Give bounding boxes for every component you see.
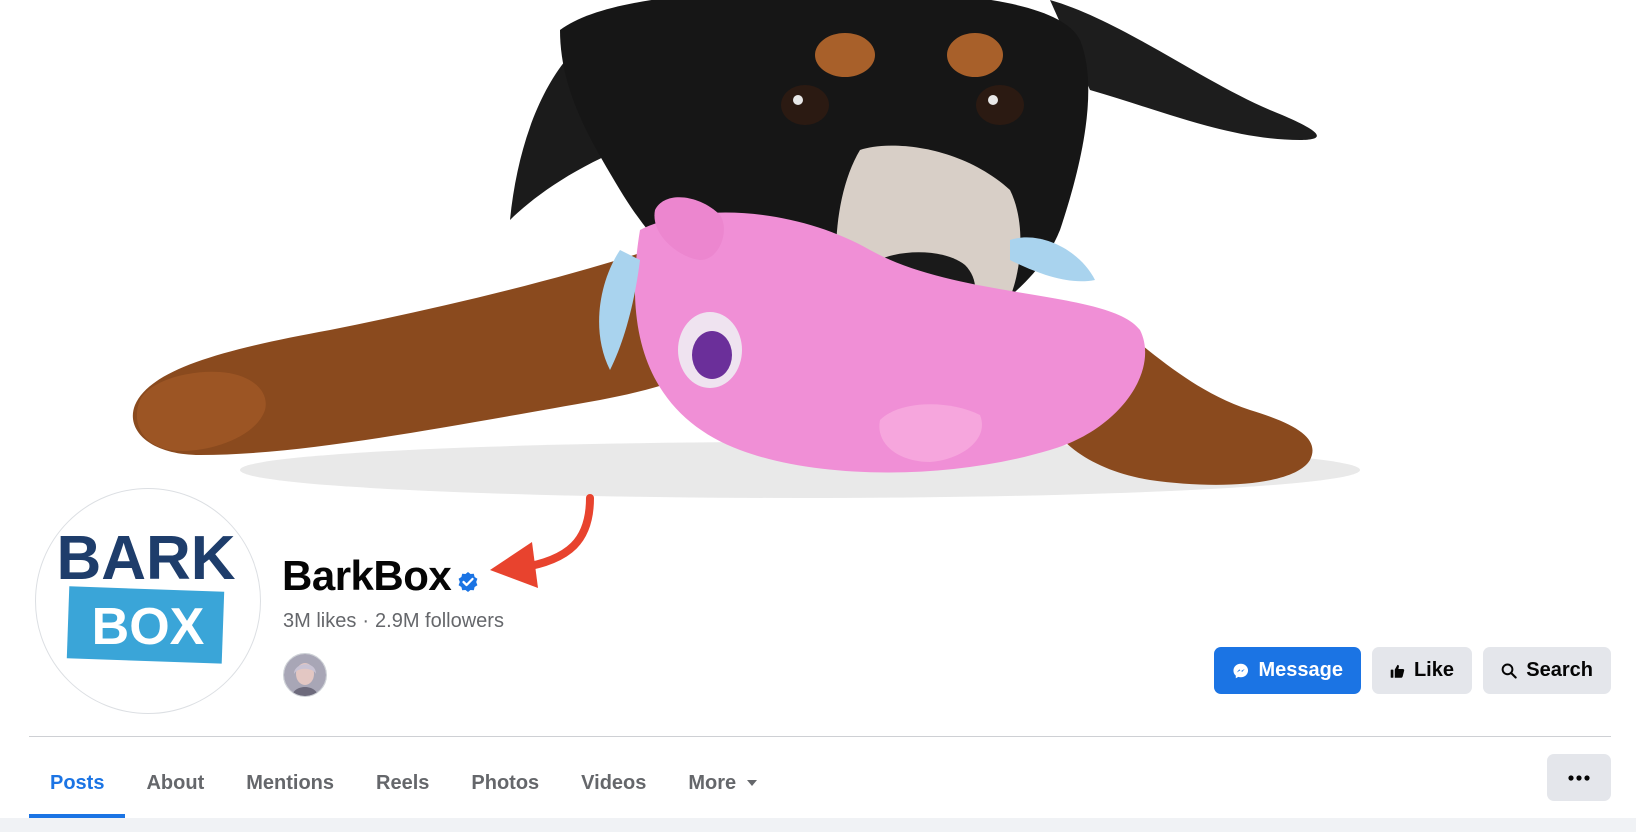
caret-down-icon [747,780,758,786]
mutual-follower-avatar[interactable] [283,653,327,697]
ellipsis-icon [1568,774,1590,781]
logo-text-top: BARK [56,524,235,593]
page-actions: Message Like Search [1214,647,1611,694]
messenger-icon [1233,663,1249,678]
tab-label: About [146,771,205,794]
verified-badge-icon [458,572,478,592]
message-button[interactable]: Message [1214,647,1361,694]
annotation-arrow-icon [490,494,594,588]
tab-label: Posts [50,771,105,794]
followers-count[interactable]: 2.9M followers [375,610,504,632]
tab-reels[interactable]: Reels [355,752,450,814]
search-icon [1501,663,1517,679]
tab-posts[interactable]: Posts [29,752,126,818]
search-button-label: Search [1526,659,1593,681]
header-divider [29,736,1611,737]
profile-avatar[interactable]: BARK BOX [35,488,261,714]
tab-more[interactable]: More [667,752,779,814]
message-button-label: Message [1258,659,1344,681]
page-title: BarkBox [282,552,452,599]
person-avatar-icon [284,654,326,696]
tab-label: Videos [581,771,647,794]
page-stats: 3M likes · 2.9M followers [283,610,504,633]
logo-text-bottom: BOX [92,598,205,656]
more-options-button[interactable] [1547,754,1611,801]
like-button[interactable]: Like [1372,647,1472,694]
thumbs-up-icon [1390,664,1405,678]
tab-photos[interactable]: Photos [450,752,560,814]
barkbox-logo: BARK BOX [56,524,236,664]
tab-label: Mentions [246,771,335,794]
tab-about[interactable]: About [125,752,225,814]
likes-count[interactable]: 3M likes [283,610,356,632]
stats-separator: · [362,610,370,632]
dog-with-toy-illustration [132,0,1360,498]
tab-mentions[interactable]: Mentions [225,752,355,814]
tab-label: More [688,771,737,794]
page-tabs: Posts About Mentions Reels Photos Videos… [29,752,779,818]
tab-label: Photos [471,771,540,794]
like-button-label: Like [1413,659,1454,681]
feed-background [0,818,1636,832]
tab-label: Reels [376,771,430,794]
tab-videos[interactable]: Videos [560,752,667,814]
cover-photo[interactable] [0,0,1636,520]
search-button[interactable]: Search [1483,647,1611,694]
